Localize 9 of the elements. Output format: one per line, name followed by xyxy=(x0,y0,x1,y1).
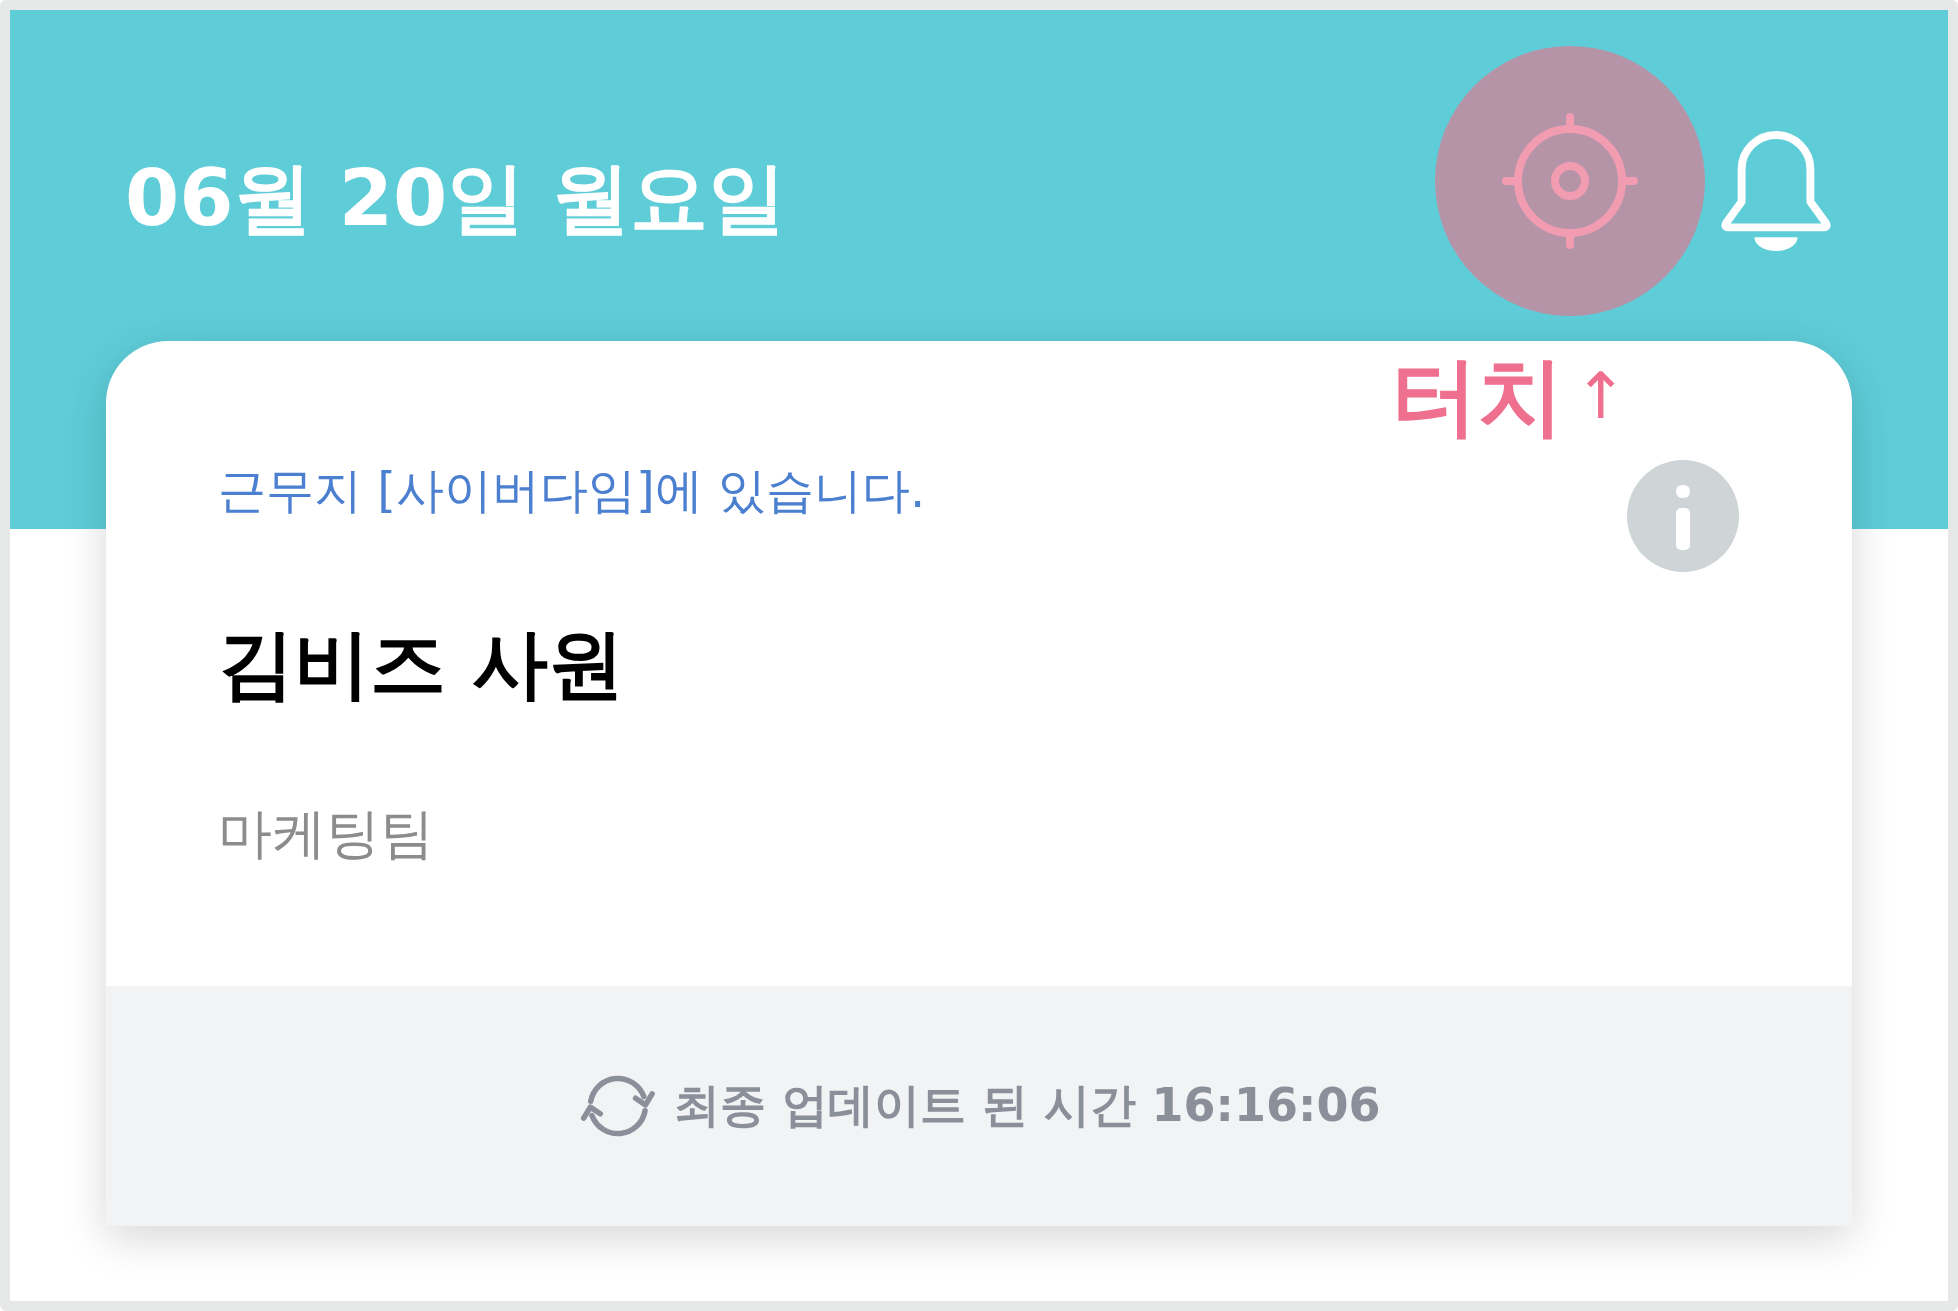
team-name: 마케팅팀 xyxy=(218,802,434,867)
target-icon xyxy=(1502,113,1638,249)
employee-name: 김비즈 사원 xyxy=(218,618,625,710)
annotation-text: 터치 xyxy=(1392,353,1564,439)
location-status-text: 근무지 [사이버다임]에 있습니다. xyxy=(218,462,926,520)
last-updated-text: 최종 업데이트 된 시간 16:16:06 xyxy=(673,1078,1381,1134)
annotation-arrow: ↑ xyxy=(1574,364,1628,428)
date-title: 06월 20일 월요일 xyxy=(125,156,787,242)
info-icon[interactable] xyxy=(1627,460,1739,572)
